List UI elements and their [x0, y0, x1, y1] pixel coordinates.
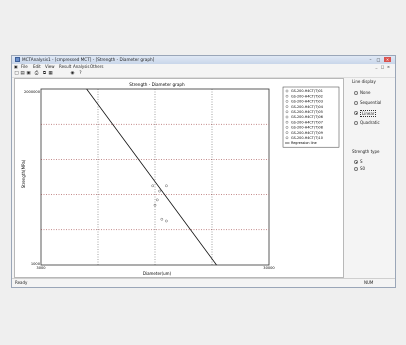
mdi-maximize-button[interactable]: □ — [380, 64, 385, 69]
status-num-indicator: NUM — [364, 280, 374, 285]
radio-line-linear-label[interactable]: Linear — [360, 110, 377, 117]
graph-view: Strength - Diameter graph Diameter(um) S… — [14, 78, 344, 278]
legend-label: GS-200-H4CT(T)07 — [291, 120, 323, 124]
strength-type-label: Strength type — [352, 149, 380, 154]
radio-line-none-label[interactable]: None — [360, 90, 370, 95]
mdi-close-button[interactable]: × — [386, 64, 391, 69]
legend-label: GS-200-H4CT(T)03 — [291, 100, 323, 104]
x-axis-label: Diameter(um) — [143, 271, 172, 276]
paste-icon[interactable]: ▦ — [48, 71, 53, 76]
radio-line-quadratic[interactable] — [354, 121, 358, 125]
chart-title: Strength - Diameter graph — [129, 82, 185, 87]
chart-icon[interactable]: ◉ — [70, 71, 75, 76]
close-button[interactable]: × — [384, 57, 391, 62]
window-title: MCTAnalysis1 - [cmpressed MCT] - [Streng… — [22, 57, 155, 62]
legend-label: GS-200-H4CT(T)10 — [291, 136, 323, 140]
radio-strength-s0-label[interactable]: S0 — [360, 166, 365, 171]
status-text: Ready — [15, 280, 28, 285]
legend-label: GS-200-H4CT(T)09 — [291, 131, 323, 135]
app-window: MCTAnalysis1 - [cmpressed MCT] - [Streng… — [11, 55, 396, 288]
radio-line-quadratic-label[interactable]: Quadratic — [360, 120, 380, 125]
y-axis-label: Strength(MPa) — [21, 159, 26, 188]
status-bar: Ready NUM — [12, 278, 395, 287]
mdi-minimize-button[interactable]: _ — [374, 64, 379, 69]
legend-label: Regression line — [291, 141, 317, 145]
radio-line-linear[interactable] — [354, 111, 358, 115]
radio-strength-s[interactable] — [354, 160, 358, 164]
maximize-button[interactable]: □ — [375, 57, 382, 62]
x-min-tick: 3000 — [36, 266, 46, 270]
copy-icon[interactable]: ⧉ — [42, 71, 47, 76]
options-panel: Line display None Sequential Linear Quad… — [346, 78, 393, 278]
help-icon[interactable]: ? — [78, 71, 83, 76]
open-icon[interactable]: ▤ — [20, 71, 25, 76]
radio-line-sequential-label[interactable]: Sequential — [360, 100, 381, 105]
legend-label: GS-200-H4CT(T)08 — [291, 126, 323, 130]
title-bar[interactable]: MCTAnalysis1 - [cmpressed MCT] - [Streng… — [12, 56, 395, 64]
print-icon[interactable]: ⎙ — [34, 71, 39, 76]
radio-line-none[interactable] — [354, 91, 358, 95]
save-icon[interactable]: ▣ — [26, 71, 31, 76]
legend-label: GS-200-H4CT(T)06 — [291, 115, 323, 119]
legend-label: GS-200-H4CT(T)05 — [291, 110, 323, 114]
x-max-tick: 30000 — [263, 266, 275, 270]
legend-label: GS-200-H4CT(T)02 — [291, 94, 323, 98]
radio-strength-s0[interactable] — [354, 167, 358, 171]
minimize-button[interactable]: – — [367, 57, 374, 62]
toolbar: □ ▤ ▣ ⎙ ⧉ ▦ ◉ ? — [12, 70, 395, 78]
new-icon[interactable]: □ — [14, 71, 19, 76]
strength-diameter-chart: Strength - Diameter graph Diameter(um) S… — [21, 82, 340, 276]
chart-legend: GS-200-H4CT(T)01GS-200-H4CT(T)02 GS-200-H… — [282, 86, 340, 148]
radio-strength-s-label[interactable]: S — [360, 159, 363, 164]
y-min-tick: 1000 — [31, 262, 41, 266]
app-icon — [15, 57, 20, 62]
legend-label: GS-200-H4CT(T)04 — [291, 105, 323, 109]
y-max-tick: 2000000 — [24, 90, 41, 94]
line-display-label: Line display — [352, 79, 376, 84]
legend-label: GS-200-H4CT(T)01 — [291, 89, 323, 93]
radio-line-sequential[interactable] — [354, 101, 358, 105]
